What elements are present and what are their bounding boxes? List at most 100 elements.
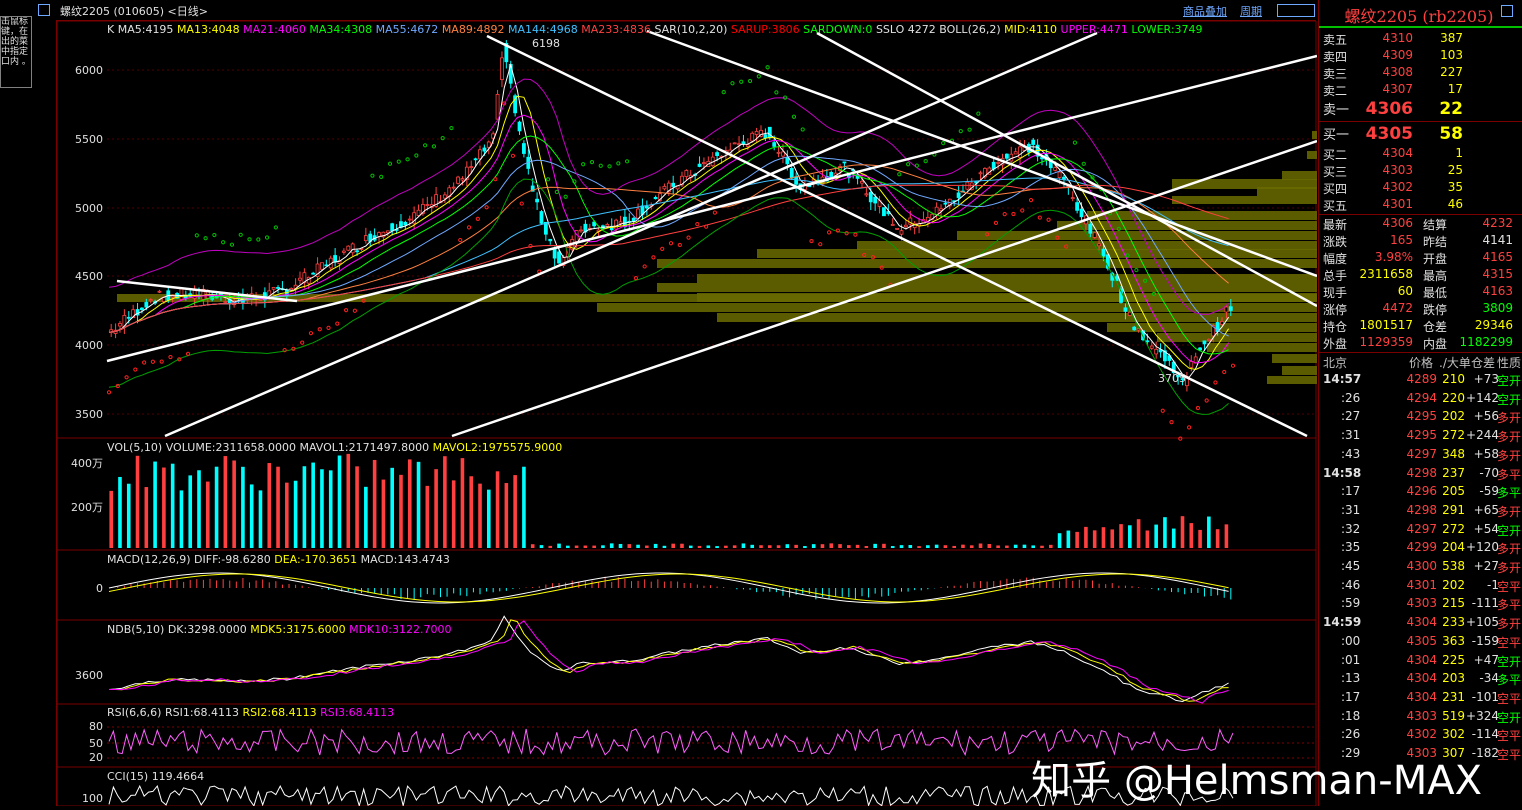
tick-nature: 空开 bbox=[1497, 654, 1522, 669]
sar-dot bbox=[405, 157, 410, 162]
tick-time: :26 bbox=[1341, 727, 1361, 742]
stat-row: 外盘 1129359 内盘 1182299 bbox=[1319, 334, 1522, 351]
candle-body bbox=[557, 251, 561, 264]
volume-profile-bar bbox=[1172, 196, 1317, 204]
volume-bar bbox=[188, 475, 193, 548]
candle-body bbox=[1189, 361, 1194, 368]
volume-bar bbox=[495, 471, 500, 548]
tick-oi: +27 bbox=[1473, 559, 1499, 573]
overlay-product-link[interactable]: 商品叠加 bbox=[1183, 3, 1227, 19]
volume-bar bbox=[882, 543, 886, 548]
sar-dot bbox=[554, 189, 559, 195]
volume-bar bbox=[1189, 523, 1194, 548]
volume-bar bbox=[469, 476, 474, 548]
volume-bar bbox=[1092, 530, 1097, 548]
tick-row: :26 4294 220 +142 空开 bbox=[1319, 390, 1522, 409]
tick-time: 14:58 bbox=[1323, 465, 1362, 480]
sar-dot bbox=[765, 65, 770, 70]
tick-time: :17 bbox=[1341, 689, 1361, 704]
tick-nature: 多开 bbox=[1497, 430, 1522, 445]
volume-bar bbox=[451, 480, 456, 548]
sar-dot bbox=[686, 235, 691, 240]
sar-dot bbox=[545, 177, 551, 182]
candle-body bbox=[750, 132, 755, 142]
sar-dot bbox=[475, 216, 480, 221]
volume-profile-bar bbox=[857, 241, 1317, 250]
volume-bar bbox=[1180, 516, 1185, 548]
sar-dot bbox=[739, 79, 744, 84]
tick-volume: 519 bbox=[1442, 708, 1465, 723]
volume-bar bbox=[592, 545, 596, 548]
volume-profile-bar bbox=[1267, 376, 1317, 384]
tick-time: :13 bbox=[1341, 671, 1361, 686]
candle-body bbox=[1145, 340, 1150, 343]
volume-bar bbox=[847, 545, 851, 548]
volume-bar bbox=[873, 543, 877, 548]
tick-header-nature: 性质 bbox=[1497, 356, 1522, 370]
volume-bar bbox=[715, 546, 719, 548]
volume-bar bbox=[1040, 545, 1044, 548]
tick-row: :43 4297 348 +58 多开 bbox=[1319, 446, 1522, 465]
sar-dot bbox=[396, 159, 401, 164]
bid-volume: 1 bbox=[1455, 146, 1463, 160]
y-tick-6000: 6000 bbox=[75, 64, 103, 77]
volume-bar bbox=[759, 545, 763, 548]
sar-dot bbox=[1186, 425, 1192, 430]
volume-bar bbox=[732, 545, 737, 548]
tick-volume: 538 bbox=[1442, 559, 1465, 573]
volume-profile-bar bbox=[1307, 151, 1317, 159]
volume-bar bbox=[1198, 529, 1202, 548]
volume-bar bbox=[785, 544, 790, 548]
window-controls-icon[interactable] bbox=[1277, 4, 1315, 17]
sar-dot bbox=[229, 242, 235, 247]
volume-bar bbox=[126, 483, 131, 548]
tick-volume: 237 bbox=[1442, 465, 1465, 480]
volume-bar bbox=[680, 543, 684, 548]
candle-body bbox=[456, 176, 460, 184]
tick-nature: 空平 bbox=[1497, 748, 1522, 762]
tick-nature: 多平 bbox=[1497, 673, 1522, 688]
candle-body bbox=[1053, 167, 1058, 171]
restore-icon[interactable] bbox=[38, 4, 50, 16]
tick-oi: +324 bbox=[1466, 708, 1499, 723]
stat-row: 涨停 4472 跌停 3809 bbox=[1319, 300, 1522, 317]
sar-dot bbox=[730, 81, 735, 86]
volume-profile-bar bbox=[757, 249, 1317, 258]
ask-volume: 227 bbox=[1440, 65, 1463, 79]
tick-oi: +244 bbox=[1466, 428, 1499, 443]
tick-volume: 205 bbox=[1442, 484, 1465, 499]
tick-oi: +73 bbox=[1473, 372, 1499, 386]
ask-volume: 387 bbox=[1440, 31, 1463, 45]
stat-value: 4163 bbox=[1482, 284, 1513, 298]
volume-bar bbox=[548, 545, 553, 548]
candle-body bbox=[1092, 232, 1097, 238]
sar-dot bbox=[133, 367, 138, 372]
sar-dot bbox=[317, 327, 322, 332]
chart-area[interactable] bbox=[56, 20, 1318, 808]
restore-icon[interactable] bbox=[1501, 5, 1513, 17]
volume-bar bbox=[574, 545, 579, 548]
volume-bar bbox=[776, 545, 781, 548]
stat-label: 涨停 bbox=[1323, 303, 1348, 317]
tick-price: 4297 bbox=[1406, 521, 1437, 536]
candle-body bbox=[1097, 243, 1101, 247]
watermark: 知乎 @Helmsman-MAX bbox=[1031, 758, 1482, 804]
indicator-item: LOWER:3749 bbox=[1131, 23, 1203, 36]
tick-time: :59 bbox=[1341, 596, 1361, 611]
candle-body bbox=[1079, 208, 1084, 218]
volume-bar bbox=[794, 544, 798, 548]
sar-dot bbox=[572, 179, 577, 184]
period-link[interactable]: 周期 bbox=[1240, 3, 1262, 19]
bid-row: 买五 4301 46 bbox=[1319, 196, 1522, 213]
candle-body bbox=[737, 143, 741, 146]
tick-time: :46 bbox=[1341, 577, 1361, 592]
stat-label: 开盘 bbox=[1423, 252, 1448, 266]
sar-dot bbox=[1222, 369, 1227, 375]
tick-header-oi: 仓差 bbox=[1471, 356, 1496, 370]
low-price-label: 3705 bbox=[1158, 372, 1186, 385]
volume-bar bbox=[899, 545, 904, 548]
tick-price: 4301 bbox=[1406, 577, 1437, 592]
tick-oi: -114 bbox=[1471, 727, 1499, 742]
tick-oi: +120 bbox=[1466, 540, 1499, 555]
sar-dot bbox=[1178, 436, 1183, 441]
